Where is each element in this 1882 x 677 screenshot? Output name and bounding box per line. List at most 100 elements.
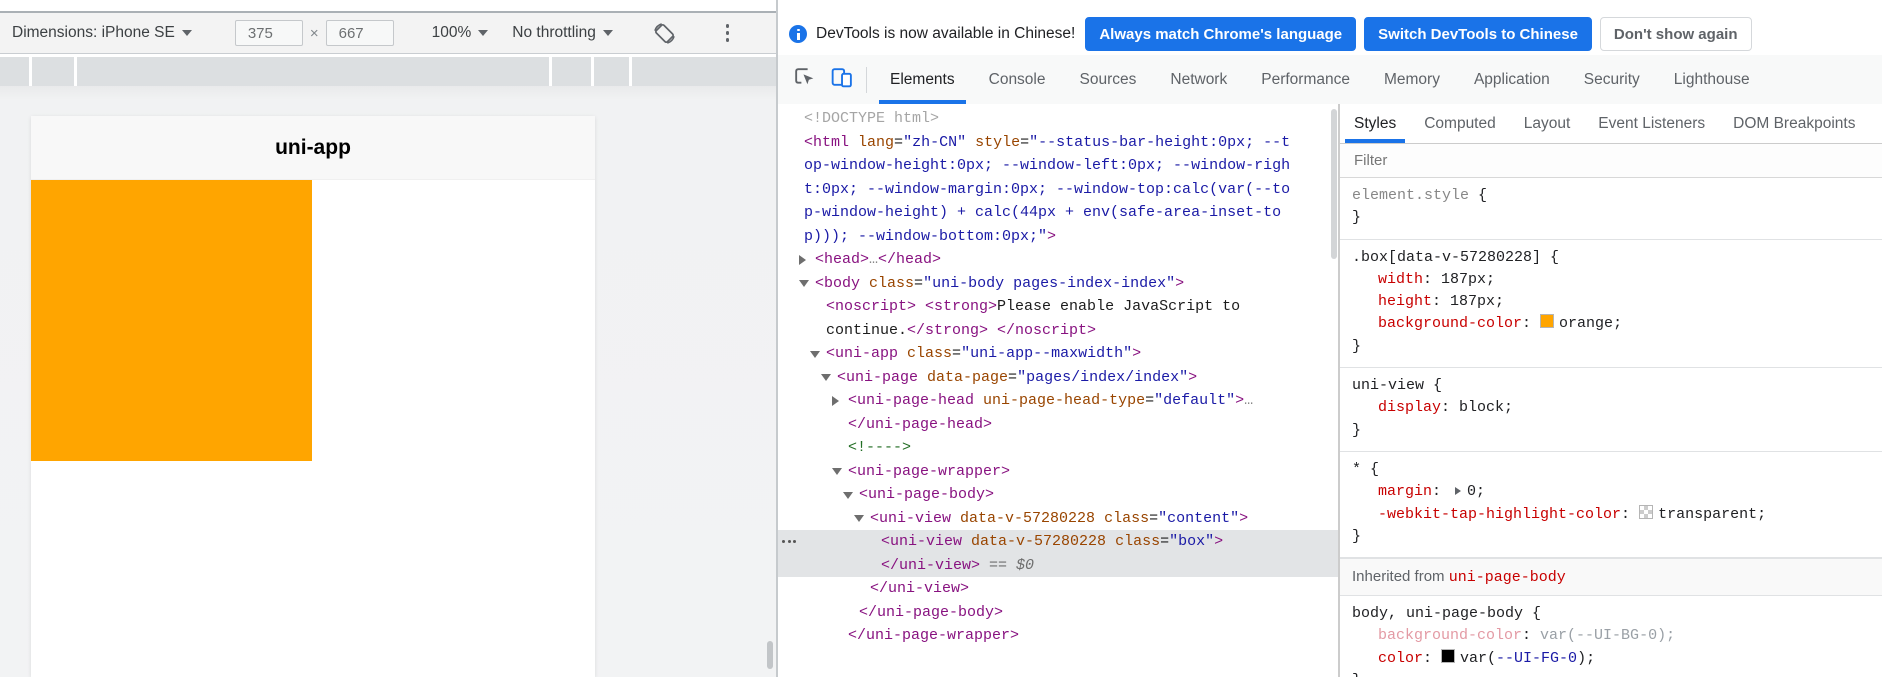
code-line[interactable]: <uni-page data-page="pages/index/index"> xyxy=(778,366,1338,390)
collapse-arrow-icon[interactable] xyxy=(843,491,853,499)
tab-lighthouse[interactable]: Lighthouse xyxy=(1657,55,1767,104)
ruler-segment xyxy=(32,57,74,86)
code-line[interactable]: </uni-view> == $0 xyxy=(778,553,1338,577)
style-rules: element.style {} .box[data-v-57280228] {w… xyxy=(1340,178,1882,677)
sidebar-tab-event-listeners[interactable]: Event Listeners xyxy=(1584,104,1719,143)
filter-input[interactable] xyxy=(1352,151,1844,170)
code-line[interactable]: <uni-app class="uni-app--maxwidth"> xyxy=(778,342,1338,366)
code-line[interactable]: </uni-page-head> xyxy=(778,413,1338,437)
node-menu-dots-icon[interactable] xyxy=(782,540,796,543)
style-property[interactable]: width: 187px; xyxy=(1352,269,1874,291)
tab-elements[interactable]: Elements xyxy=(873,55,972,104)
infobar-message: DevTools is now available in Chinese! xyxy=(816,25,1076,42)
switch-devtools-to-chinese-button[interactable]: Switch DevTools to Chinese xyxy=(1364,17,1592,51)
style-property[interactable]: background-color: orange; xyxy=(1352,313,1874,335)
chevron-down-icon xyxy=(181,30,192,36)
info-icon xyxy=(789,25,807,43)
sidebar-tab-computed[interactable]: Computed xyxy=(1410,104,1510,143)
inspect-element-button[interactable] xyxy=(792,65,817,95)
don-t-show-again-button[interactable]: Don't show again xyxy=(1599,17,1752,51)
ruler-segment xyxy=(77,57,549,86)
code-line[interactable]: continue.</strong> </noscript> xyxy=(778,319,1338,343)
tab-sources[interactable]: Sources xyxy=(1063,55,1154,104)
collapse-arrow-icon[interactable] xyxy=(821,374,831,381)
rule-selector[interactable]: element.style { xyxy=(1352,185,1874,207)
rotate-device-button[interactable] xyxy=(651,20,678,47)
style-property[interactable]: -webkit-tap-highlight-color: transparent… xyxy=(1352,504,1874,526)
ruler-segment xyxy=(0,57,29,86)
dimensions-label: Dimensions: iPhone SE xyxy=(12,24,175,41)
style-property[interactable]: background-color: var(--UI-BG-0); xyxy=(1352,625,1874,647)
rule-selector[interactable]: uni-view { xyxy=(1352,375,1874,397)
rule-selector[interactable]: body, uni-page-body { xyxy=(1352,603,1874,625)
code-line[interactable]: <body class="uni-body pages-index-index"… xyxy=(778,272,1338,296)
elements-main-area: <!DOCTYPE html> <html lang="zh-CN" style=… xyxy=(778,104,1882,677)
pane-divider[interactable] xyxy=(776,0,778,677)
code-line[interactable]: <uni-view data-v-57280228 class="box"> xyxy=(778,530,1338,554)
collapse-arrow-icon[interactable] xyxy=(832,468,842,475)
rule-selector[interactable]: * { xyxy=(1352,459,1874,481)
style-property[interactable]: color: var(--UI-FG-0); xyxy=(1352,648,1874,670)
code-line[interactable]: p))); --window-bottom:0px;"> xyxy=(778,225,1338,249)
dimensions-select[interactable]: Dimensions: iPhone SE xyxy=(12,24,192,42)
code-line[interactable]: <!----> xyxy=(778,436,1338,460)
media-query-bar xyxy=(0,57,776,86)
sidebar-tab-dom-breakpoints[interactable]: DOM Breakpoints xyxy=(1719,104,1869,143)
expand-arrow-icon[interactable] xyxy=(799,254,806,265)
collapse-arrow-icon[interactable] xyxy=(810,350,820,358)
style-property[interactable]: margin: 0; xyxy=(1352,481,1874,503)
code-line[interactable]: op-window-height:0px; --window-left:0px;… xyxy=(778,154,1338,178)
code-scrollbar-thumb[interactable] xyxy=(1331,109,1337,259)
color-swatch[interactable] xyxy=(1441,648,1456,663)
code-line[interactable]: t:0px; --window-margin:0px; --window-top… xyxy=(778,178,1338,202)
color-swatch[interactable] xyxy=(1639,504,1654,519)
throttling-select[interactable]: No throttling xyxy=(512,24,613,42)
collapse-arrow-icon[interactable] xyxy=(799,280,809,287)
height-input[interactable] xyxy=(325,20,394,46)
code-line[interactable]: <html lang="zh-CN" style="--status-bar-h… xyxy=(778,131,1338,155)
code-line[interactable]: <uni-page-body> xyxy=(778,483,1338,507)
sidebar-tab-layout[interactable]: Layout xyxy=(1510,104,1585,143)
rule-selector[interactable]: .box[data-v-57280228] { xyxy=(1352,247,1874,269)
code-line[interactable]: <uni-page-wrapper> xyxy=(778,460,1338,484)
style-property[interactable]: display: block; xyxy=(1352,397,1874,419)
expand-property-icon[interactable] xyxy=(1455,487,1462,496)
more-options-button[interactable] xyxy=(722,20,734,46)
inherited-node-link[interactable]: uni-page-body xyxy=(1449,569,1566,586)
code-line[interactable]: <head>…</head> xyxy=(778,248,1338,272)
expand-arrow-icon[interactable] xyxy=(832,395,839,406)
device-toolbar: Dimensions: iPhone SE × 100% No throttli… xyxy=(0,13,776,54)
sidebar-tab-styles[interactable]: Styles xyxy=(1340,104,1410,143)
tab-memory[interactable]: Memory xyxy=(1367,55,1457,104)
toggle-device-toolbar-button[interactable] xyxy=(829,65,854,95)
code-line[interactable]: </uni-page-wrapper> xyxy=(778,624,1338,648)
tab-application[interactable]: Application xyxy=(1457,55,1567,104)
code-line[interactable]: <noscript> <strong>Please enable JavaScr… xyxy=(778,295,1338,319)
style-rule: .box[data-v-57280228] {width: 187px; heig… xyxy=(1340,240,1882,369)
collapse-arrow-icon[interactable] xyxy=(854,515,864,522)
style-property[interactable]: height: 187px; xyxy=(1352,291,1874,313)
tab-performance[interactable]: Performance xyxy=(1244,55,1367,104)
pane-scrollbar-thumb[interactable] xyxy=(767,641,773,669)
tab-security[interactable]: Security xyxy=(1567,55,1657,104)
tab-console[interactable]: Console xyxy=(972,55,1063,104)
width-input[interactable] xyxy=(234,20,303,46)
language-infobar: DevTools is now available in Chinese! Al… xyxy=(778,13,1882,55)
rule-close-brace: } xyxy=(1352,337,1362,355)
throttling-value: No throttling xyxy=(512,24,596,41)
code-line[interactable]: <uni-page-head uni-page-head-type="defau… xyxy=(778,389,1338,413)
code-line[interactable]: </uni-page-body> xyxy=(778,601,1338,625)
style-rule: * {margin: 0; -webkit-tap-highlight-color… xyxy=(1340,452,1882,559)
code-line[interactable]: <uni-view data-v-57280228 class="content… xyxy=(778,507,1338,531)
zoom-select[interactable]: 100% xyxy=(432,24,489,42)
code-line[interactable]: p-window-height) + calc(44px + env(safe-… xyxy=(778,201,1338,225)
always-match-chrome-s-language-button[interactable]: Always match Chrome's language xyxy=(1085,17,1357,51)
devtools-tab-bar: Elements Console Sources Network Performance… xyxy=(778,55,1882,105)
color-swatch[interactable] xyxy=(1540,314,1555,329)
code-line[interactable]: </uni-view> xyxy=(778,577,1338,601)
emulated-page[interactable]: uni-app xyxy=(31,116,595,677)
dom-tree-panel: <!DOCTYPE html> <html lang="zh-CN" style=… xyxy=(778,104,1338,677)
code-line[interactable]: <!DOCTYPE html> xyxy=(778,107,1338,131)
device-toolbar-icon xyxy=(831,67,852,87)
tab-network[interactable]: Network xyxy=(1153,55,1244,104)
